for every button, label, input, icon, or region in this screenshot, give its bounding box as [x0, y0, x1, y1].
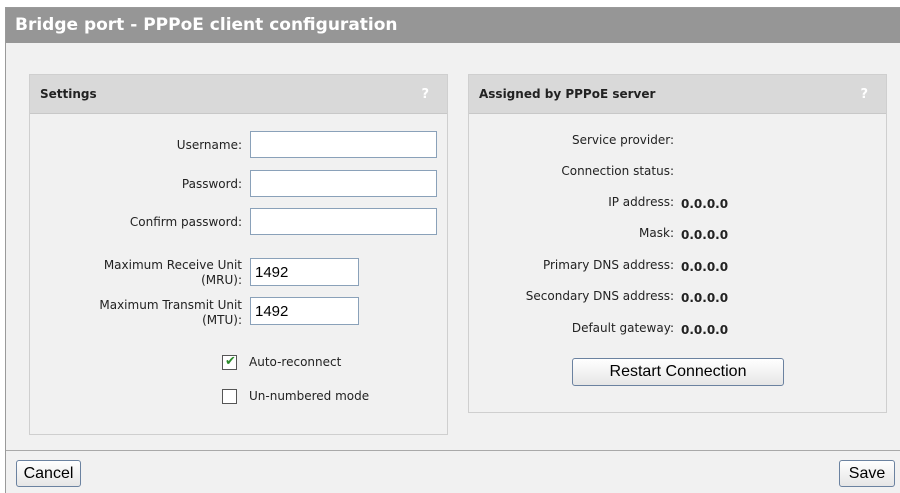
connection-status-label: Connection status: [561, 164, 674, 178]
settings-help-icon[interactable]: ? [421, 75, 429, 114]
assigned-panel: Assigned by PPPoE server ? Service provi… [468, 74, 887, 413]
password-label: Password: [181, 177, 242, 191]
settings-panel: Settings ? Username: Password: Confirm p… [29, 74, 448, 435]
restart-connection-button[interactable]: Restart Connection [572, 358, 784, 386]
assigned-title: Assigned by PPPoE server [479, 87, 656, 101]
mtu-label: Maximum Transmit Unit (MTU): [99, 298, 242, 328]
secondary-dns-value: 0.0.0.0 [681, 291, 729, 305]
mru-field[interactable] [250, 258, 359, 286]
default-gateway-label: Default gateway: [571, 321, 674, 335]
mask-value: 0.0.0.0 [681, 228, 729, 242]
confirm-password-field[interactable] [250, 208, 437, 235]
mtu-field[interactable] [250, 297, 359, 325]
mru-label-line1: Maximum Receive Unit [103, 258, 242, 272]
mtu-label-line1: Maximum Transmit Unit [99, 298, 242, 312]
cancel-button[interactable]: Cancel [16, 460, 81, 487]
assigned-header: Assigned by PPPoE server [469, 75, 886, 114]
save-button[interactable]: Save [839, 460, 895, 487]
username-label: Username: [176, 138, 242, 152]
footer-divider [6, 450, 900, 451]
default-gateway-value: 0.0.0.0 [681, 323, 729, 337]
mru-label-line2: (MRU): [201, 273, 242, 287]
password-field[interactable] [250, 170, 437, 197]
mtu-label-line2: (MTU): [202, 313, 242, 327]
assigned-help-icon[interactable]: ? [860, 75, 868, 114]
ip-address-label: IP address: [608, 195, 674, 209]
unnumbered-mode-label: Un-numbered mode [249, 389, 370, 403]
primary-dns-value: 0.0.0.0 [681, 260, 729, 274]
confirm-password-label: Confirm password: [129, 215, 242, 229]
unnumbered-mode-checkbox[interactable] [222, 389, 237, 404]
page-title: Bridge port - PPPoE client configuration [6, 8, 900, 43]
page-frame: Bridge port - PPPoE client configuration… [5, 7, 900, 493]
mru-label: Maximum Receive Unit (MRU): [104, 258, 242, 288]
service-provider-label: Service provider: [572, 133, 674, 147]
ip-address-value: 0.0.0.0 [681, 197, 729, 211]
username-field[interactable] [250, 131, 437, 158]
settings-title: Settings [40, 87, 97, 101]
checkmark-icon: ✔ [225, 354, 236, 369]
auto-reconnect-checkbox[interactable]: ✔ [222, 354, 237, 370]
settings-header: Settings [30, 75, 447, 114]
primary-dns-label: Primary DNS address: [542, 258, 674, 272]
mask-label: Mask: [639, 226, 674, 240]
secondary-dns-label: Secondary DNS address: [525, 289, 674, 303]
auto-reconnect-label: Auto-reconnect [249, 355, 342, 369]
